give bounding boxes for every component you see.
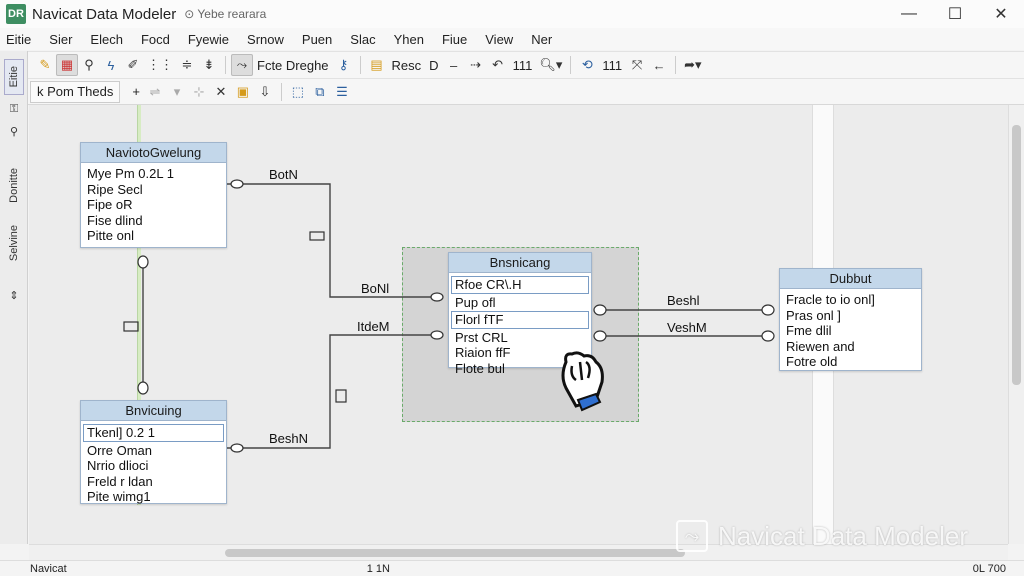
entity-title: Bnsnicang: [449, 253, 591, 273]
entity-field: Nrrio dlioci: [87, 458, 149, 473]
entity-table[interactable]: NaviotoGwelung Mye Pm 0.2L 1 Ripe Secl F…: [80, 142, 227, 248]
vertical-scrollbar[interactable]: [1008, 105, 1024, 544]
entity-field: Prst CRL: [455, 329, 508, 345]
relation-label[interactable]: BeshN: [269, 431, 308, 446]
entity-field: Freld r ldan: [87, 473, 153, 489]
entity-table[interactable]: Dubbut Fracle to io onl] Pras onl ] Fme …: [779, 268, 922, 371]
connector-end[interactable]: [137, 255, 149, 269]
zoom-level: 0L 700: [972, 562, 1006, 575]
watermark-logo-icon: ⤳: [676, 520, 708, 552]
status-bar: Navicat 1 1N 0L 700: [0, 560, 1024, 576]
relation-label[interactable]: Beshl: [667, 293, 700, 308]
entity-field: Fise dlind: [87, 212, 143, 228]
entity-field: Fotre old: [786, 354, 838, 369]
connector-end[interactable]: [593, 304, 607, 316]
cardinality-marker: [309, 231, 325, 241]
entity-field: Tkenl] 0.2 1: [83, 424, 224, 442]
entity-table[interactable]: Bnvicuing Tkenl] 0.2 1 Orre Oman Nrrio d…: [80, 400, 227, 504]
relation-label[interactable]: VeshM: [667, 320, 707, 335]
entity-field: Riewen and: [786, 338, 855, 354]
cardinality-marker: [123, 321, 139, 332]
entity-title: Dubbut: [780, 269, 921, 289]
entity-field: Fipe oR: [87, 197, 133, 212]
relation-label[interactable]: BotN: [269, 167, 298, 182]
entity-field: Florl fTF: [451, 311, 589, 329]
connector-end[interactable]: [137, 381, 149, 395]
entity-field: Fracle to io onl]: [786, 292, 875, 307]
cardinality-marker: [335, 389, 347, 403]
entity-field: Pup ofl: [455, 294, 496, 310]
connector-end[interactable]: [230, 179, 244, 189]
entity-title: Bnvicuing: [81, 401, 226, 421]
entity-field: Orre Oman: [87, 442, 153, 458]
connector-end[interactable]: [430, 330, 444, 340]
entity-field: Fme dlil: [786, 323, 832, 338]
entity-field: Pras onl ]: [786, 307, 841, 323]
horizontal-scroll-thumb[interactable]: [225, 549, 685, 557]
entity-field: Pite wimg1: [87, 489, 151, 504]
entity-title: NaviotoGwelung: [81, 143, 226, 163]
status-left: Navicat: [30, 562, 67, 575]
connector-end[interactable]: [430, 292, 444, 302]
connector-end[interactable]: [230, 443, 244, 453]
status-middle: 1 1N: [366, 562, 390, 575]
hand-cursor-icon: [561, 351, 604, 412]
entity-field: Pitte onl: [87, 228, 134, 243]
connector-end[interactable]: [761, 330, 775, 342]
entity-field: Mye Pm 0.2L 1: [87, 166, 174, 181]
vertical-scroll-thumb[interactable]: [1012, 125, 1021, 385]
entity-field: Rfoe CR\.H: [451, 276, 589, 294]
entity-field: Ripe Secl: [87, 181, 143, 197]
relation-label[interactable]: ItdeM: [357, 319, 390, 334]
watermark: ⤳ Navicat Data Modeler: [676, 520, 968, 552]
connector-end[interactable]: [593, 330, 607, 342]
connector-end[interactable]: [761, 304, 775, 316]
relation-label[interactable]: BoNl: [361, 281, 389, 296]
